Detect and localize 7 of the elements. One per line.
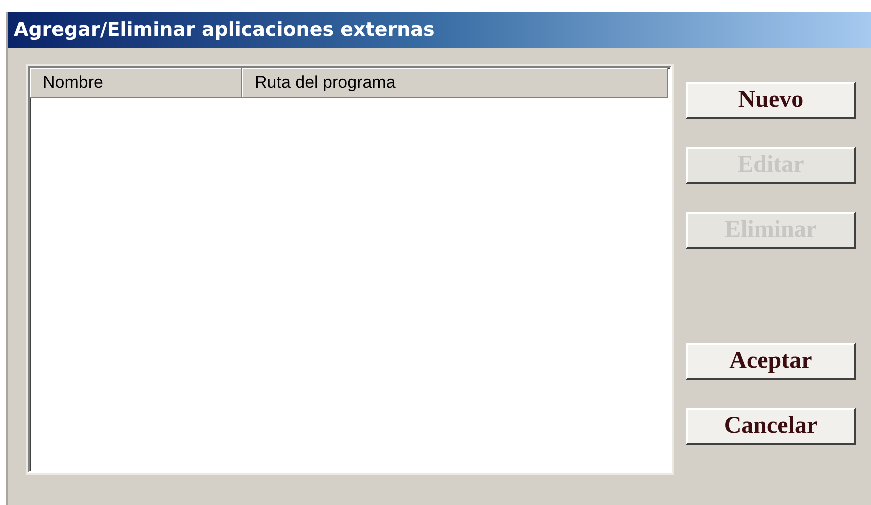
- dialog-button[interactable]: Aceptar: [686, 343, 856, 380]
- applications-list[interactable]: Nombre Ruta del programa: [28, 66, 672, 473]
- dialog-button[interactable]: Cancelar: [686, 408, 856, 445]
- column-header[interactable]: Ruta del programa: [242, 68, 668, 98]
- dialog-button[interactable]: Nuevo: [686, 82, 856, 119]
- column-header[interactable]: Nombre: [30, 68, 242, 98]
- window-title: Agregar/Eliminar aplicaciones externas: [14, 19, 435, 41]
